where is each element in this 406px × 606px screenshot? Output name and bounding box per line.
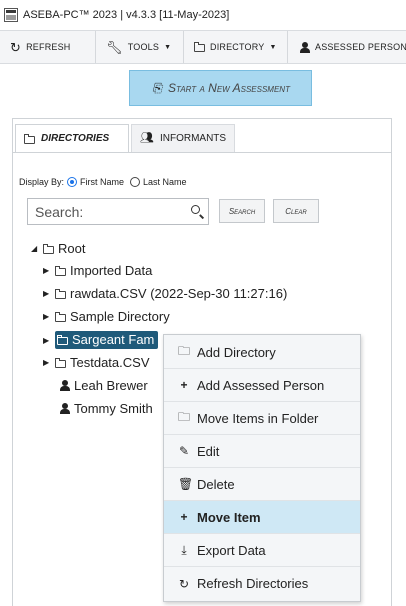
menu-item-label: Delete — [197, 476, 235, 492]
wrench-icon: 🔧︎ — [106, 39, 123, 55]
assessed-person-button[interactable]: ASSESSED PERSON — [288, 31, 406, 63]
tree-node-label: Testdata.CSV — [70, 355, 150, 370]
refresh-icon: ↻ — [10, 39, 22, 55]
tree-node-person[interactable]: Leah Brewer — [60, 378, 148, 393]
person-icon — [60, 403, 70, 414]
start-new-assessment-button[interactable]: ⎘ Start a New Assessment — [129, 70, 312, 106]
assessed-person-label: ASSESSED PERSON — [315, 42, 406, 52]
search-box — [27, 198, 209, 225]
folder-icon — [194, 42, 205, 52]
menu-item-label: Move Item — [197, 509, 261, 525]
search-icon[interactable] — [191, 205, 200, 214]
people-icon: 👥︎ — [140, 132, 154, 144]
folder-move-icon: 🗀︎ — [178, 409, 191, 424]
tree-node-label: rawdata.CSV (2022-Sep-30 11:27:16) — [70, 286, 288, 301]
main-toolbar: ↻ REFRESH 🔧︎ TOOLS ▼ DIRECTORY ▼ ASSESSE… — [0, 30, 406, 64]
collapsed-arrow-icon[interactable]: ▶ — [43, 266, 51, 275]
tree-node-label: Sargeant Fam — [72, 332, 155, 347]
app-title: ASEBA-PC™ 2023 | v4.3.3 [11-May-2023] — [23, 9, 230, 21]
folder-icon — [43, 243, 54, 254]
context-menu: 🗀︎ Add Directory + Add Assessed Person 🗀… — [163, 334, 361, 602]
folder-icon — [57, 334, 68, 345]
folder-icon — [55, 357, 66, 368]
folder-add-icon: 🗀︎ — [178, 343, 191, 358]
display-by-row: Display By: First Name Last Name — [19, 177, 187, 187]
collapsed-arrow-icon[interactable]: ▶ — [43, 312, 51, 321]
menu-item-label: Add Assessed Person — [197, 377, 325, 393]
chevron-down-icon: ▼ — [269, 43, 277, 51]
tree-node-root[interactable]: ◢ Root — [31, 241, 85, 256]
start-assessment-label: Start a New Assessment — [168, 81, 290, 95]
menu-item-add-assessed-person[interactable]: + Add Assessed Person — [164, 369, 360, 402]
tree-node-folder[interactable]: ▶ rawdata.CSV (2022-Sep-30 11:27:16) — [43, 286, 287, 301]
tab-directories[interactable]: DIRECTORIES — [15, 124, 129, 153]
tree-node-folder[interactable]: ▶ Testdata.CSV — [43, 355, 150, 370]
collapsed-arrow-icon[interactable]: ▶ — [43, 358, 51, 367]
app-logo-icon — [4, 8, 18, 22]
collapsed-arrow-icon[interactable]: ▶ — [43, 336, 51, 345]
trash-icon: 🗑︎ — [178, 477, 194, 491]
plus-icon: + — [180, 510, 188, 524]
menu-item-move-items-in-folder[interactable]: 🗀︎ Move Items in Folder — [164, 402, 360, 435]
tab-divider — [13, 152, 391, 153]
selected-node-highlight[interactable]: Sargeant Fam — [55, 331, 159, 349]
search-button[interactable]: Search — [219, 199, 265, 223]
chevron-down-icon: ▼ — [164, 43, 172, 51]
tree-node-label: Leah Brewer — [74, 378, 148, 393]
menu-item-label: Refresh Directories — [197, 576, 309, 591]
display-by-label: Display By: — [19, 177, 65, 187]
pencil-icon: ✎ — [178, 444, 190, 458]
menu-item-label: Move Items in Folder — [197, 410, 319, 426]
last-name-label: Last Name — [143, 177, 187, 187]
menu-item-edit[interactable]: ✎ Edit — [164, 435, 360, 468]
menu-item-refresh-directories[interactable]: ↻ Refresh Directories — [164, 567, 360, 600]
menu-item-export-data[interactable]: ⤓ Export Data — [164, 534, 360, 567]
last-name-radio[interactable] — [130, 177, 141, 187]
tree-node-label: Imported Data — [70, 263, 153, 278]
tree-node-folder-selected[interactable]: ▶ Sargeant Fam — [43, 331, 159, 349]
tree-node-label: Root — [58, 241, 86, 256]
folder-icon — [24, 133, 35, 144]
menu-item-label: Export Data — [197, 542, 266, 558]
first-name-radio[interactable] — [67, 177, 78, 187]
tree-node-label: Tommy Smith — [74, 401, 153, 416]
assessment-bar: ⎘ Start a New Assessment — [0, 62, 406, 118]
tab-informants-label: INFORMANTS — [159, 133, 227, 144]
plus-icon: + — [180, 378, 188, 392]
new-document-icon: ⎘ — [152, 80, 162, 95]
title-bar: ASEBA-PC™ 2023 | v4.3.3 [11-May-2023] — [0, 0, 406, 30]
directory-label: DIRECTORY — [210, 42, 265, 52]
directory-button[interactable]: DIRECTORY ▼ — [184, 31, 288, 63]
expanded-arrow-icon[interactable]: ◢ — [31, 244, 39, 253]
tree-node-folder[interactable]: ▶ Sample Directory — [43, 309, 170, 324]
tree-node-folder[interactable]: ▶ Imported Data — [43, 263, 152, 278]
folder-icon — [55, 311, 66, 322]
search-input[interactable] — [28, 199, 192, 224]
tree-node-person[interactable]: Tommy Smith — [60, 401, 153, 416]
refresh-icon: ↻ — [178, 576, 190, 591]
menu-item-delete[interactable]: 🗑︎ Delete — [164, 468, 360, 501]
first-name-label: First Name — [80, 177, 125, 187]
download-icon: ⤓ — [181, 542, 187, 557]
clear-button[interactable]: Clear — [273, 199, 319, 223]
person-icon — [300, 41, 310, 53]
refresh-button[interactable]: ↻ REFRESH — [0, 31, 96, 63]
menu-item-label: Add Directory — [197, 344, 276, 360]
menu-item-add-directory[interactable]: 🗀︎ Add Directory — [164, 336, 360, 369]
panel-tabs: DIRECTORIES 👥︎ INFORMANTS — [13, 119, 391, 153]
collapsed-arrow-icon[interactable]: ▶ — [43, 289, 51, 298]
person-icon — [60, 380, 70, 391]
folder-icon — [55, 288, 66, 299]
tab-informants[interactable]: 👥︎ INFORMANTS — [131, 124, 235, 153]
menu-item-move-item[interactable]: + Move Item — [164, 501, 360, 534]
folder-icon — [55, 265, 66, 276]
refresh-label: REFRESH — [26, 42, 71, 52]
tab-directories-label: DIRECTORIES — [41, 133, 110, 144]
menu-item-label: Edit — [197, 443, 220, 459]
tools-button[interactable]: 🔧︎ TOOLS ▼ — [96, 31, 184, 63]
tools-label: TOOLS — [127, 42, 160, 52]
tree-node-label: Sample Directory — [70, 309, 170, 324]
